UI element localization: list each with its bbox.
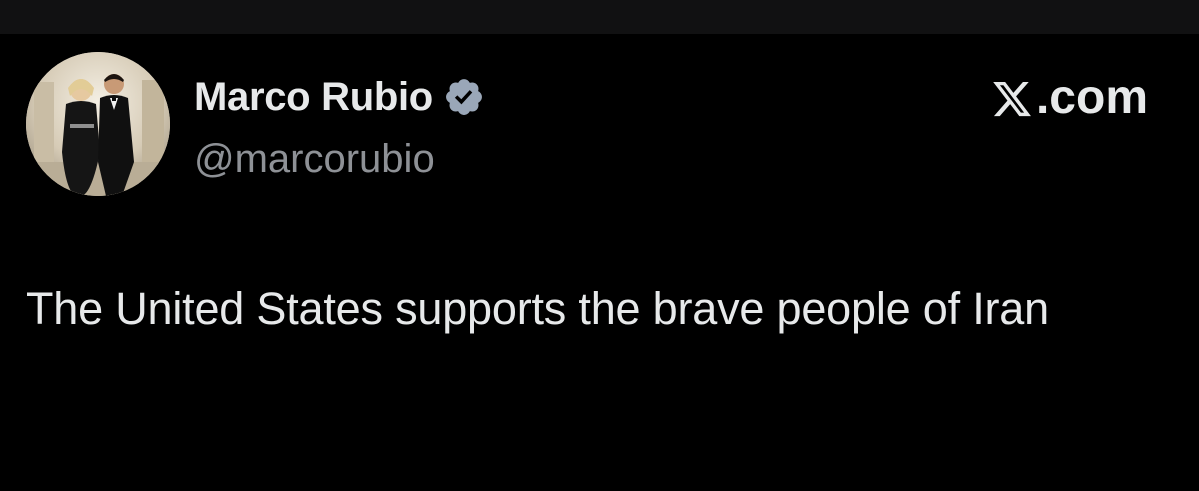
tweet-text: The United States supports the brave peo…	[26, 283, 1049, 334]
author-name-row: Marco Rubio	[194, 72, 485, 122]
avatar[interactable]	[26, 52, 170, 196]
site-brand: .com	[990, 70, 1148, 126]
author-display-name[interactable]: Marco Rubio	[194, 72, 433, 122]
site-brand-text: .com	[1035, 71, 1148, 124]
tweet-header: Marco Rubio @marcorubio .com	[26, 52, 1176, 196]
avatar-photo	[26, 52, 170, 196]
verified-badge-icon	[443, 76, 485, 118]
x-logo-icon	[990, 77, 1034, 119]
author-handle[interactable]: @marcorubio	[194, 134, 435, 184]
top-status-strip	[0, 0, 1199, 34]
tweet-screenshot: Marco Rubio @marcorubio .com The United …	[0, 0, 1199, 491]
